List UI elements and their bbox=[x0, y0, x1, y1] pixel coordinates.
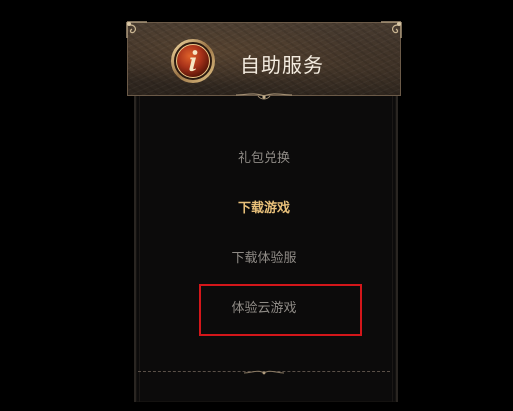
panel-header: 自助服务 bbox=[126, 21, 402, 96]
page: 自助服务 礼包兑换 下载游戏 下载体验服 体验云游戏 bbox=[0, 0, 513, 411]
divider-ornament-icon bbox=[243, 370, 285, 375]
divider-ornament-icon bbox=[235, 93, 293, 100]
highlight-box bbox=[199, 284, 362, 336]
panel-title: 自助服务 bbox=[240, 53, 324, 77]
menu-item-download-test-server[interactable]: 下载体验服 bbox=[137, 247, 391, 266]
corner-ornament-icon bbox=[381, 21, 402, 38]
menu-item-download-game[interactable]: 下载游戏 bbox=[137, 197, 391, 216]
info-icon bbox=[171, 39, 215, 83]
menu-item-gift-redeem[interactable]: 礼包兑换 bbox=[137, 147, 391, 166]
corner-ornament-icon bbox=[126, 21, 147, 38]
